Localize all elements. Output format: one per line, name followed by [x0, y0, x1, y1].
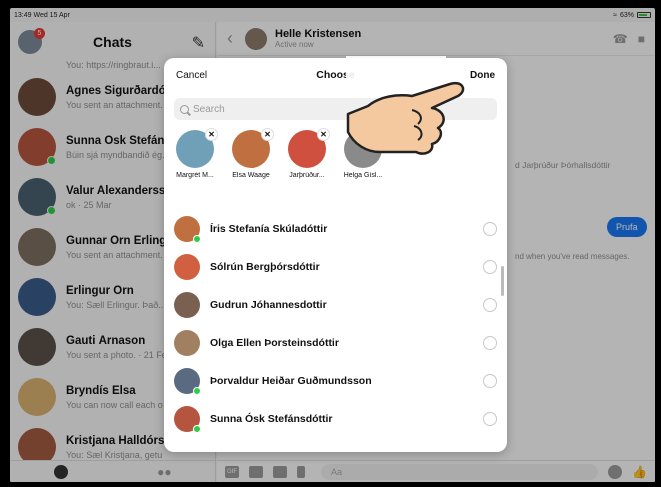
- online-indicator: [193, 235, 201, 243]
- contact-row-avatar: [174, 368, 201, 395]
- selected-person[interactable]: ✕ Margrét M...: [170, 128, 220, 179]
- select-radio[interactable]: [483, 298, 497, 312]
- contact-row-avatar: [174, 330, 200, 356]
- contact-row-name: Sólrún Bergþórsdóttir: [210, 261, 320, 273]
- contact-row-name: Þorvaldur Heiðar Guðmundsson: [210, 375, 372, 387]
- contact-row[interactable]: Olga Ellen Þorsteinsdóttir: [164, 324, 507, 362]
- select-radio[interactable]: [483, 412, 497, 426]
- contact-row-name: Gudrun Jóhannesdottir: [210, 299, 327, 311]
- contact-row-avatar: [174, 254, 200, 280]
- online-indicator: [193, 387, 201, 395]
- contact-row-name: Olga Ellen Þorsteinsdóttir: [210, 337, 339, 349]
- search-placeholder: Search: [193, 103, 225, 115]
- contact-row[interactable]: Íris Stefanía Skúladóttir: [164, 210, 507, 248]
- select-radio[interactable]: [483, 260, 497, 274]
- select-radio[interactable]: [483, 222, 497, 236]
- contact-list: Íris Stefanía Skúladóttir Sólrún Bergþórs…: [164, 210, 507, 438]
- search-icon: [180, 104, 189, 114]
- contact-row-name: Sunna Ósk Stefánsdóttir: [210, 413, 333, 425]
- select-radio[interactable]: [483, 374, 497, 388]
- remove-icon[interactable]: ✕: [261, 128, 274, 141]
- ipad-screen: 13:49 Wed 15 Apr ≈ 63% 5 Chats ✎ You: ht…: [10, 8, 655, 482]
- contact-row[interactable]: Þorvaldur Heiðar Guðmundsson: [164, 362, 507, 400]
- contact-row[interactable]: Gudrun Jóhannesdottir: [164, 286, 507, 324]
- contact-row-avatar: [174, 216, 201, 243]
- contact-row[interactable]: Sólrún Bergþórsdóttir: [164, 248, 507, 286]
- selected-label: Jarþrúður...: [289, 172, 325, 179]
- contact-row[interactable]: Sunna Ósk Stefánsdóttir: [164, 400, 507, 438]
- selected-person[interactable]: ✕ Jarþrúður...: [282, 128, 332, 179]
- online-indicator: [193, 425, 201, 433]
- selected-person[interactable]: ✕ Elsa Waage: [226, 128, 276, 179]
- select-radio[interactable]: [483, 336, 497, 350]
- remove-icon[interactable]: ✕: [317, 128, 330, 141]
- selected-label: Margrét M...: [176, 172, 214, 179]
- selected-label: Elsa Waage: [232, 172, 270, 179]
- contact-row-name: Íris Stefanía Skúladóttir: [210, 223, 328, 235]
- pointing-hand-icon: [346, 81, 465, 155]
- remove-icon[interactable]: ✕: [205, 128, 218, 141]
- contact-row-avatar: [174, 292, 200, 318]
- selected-label: Helga Gísl...: [343, 172, 383, 179]
- contact-row-avatar: [174, 406, 201, 433]
- scrollbar[interactable]: [501, 266, 504, 296]
- cancel-button[interactable]: Cancel: [176, 70, 207, 81]
